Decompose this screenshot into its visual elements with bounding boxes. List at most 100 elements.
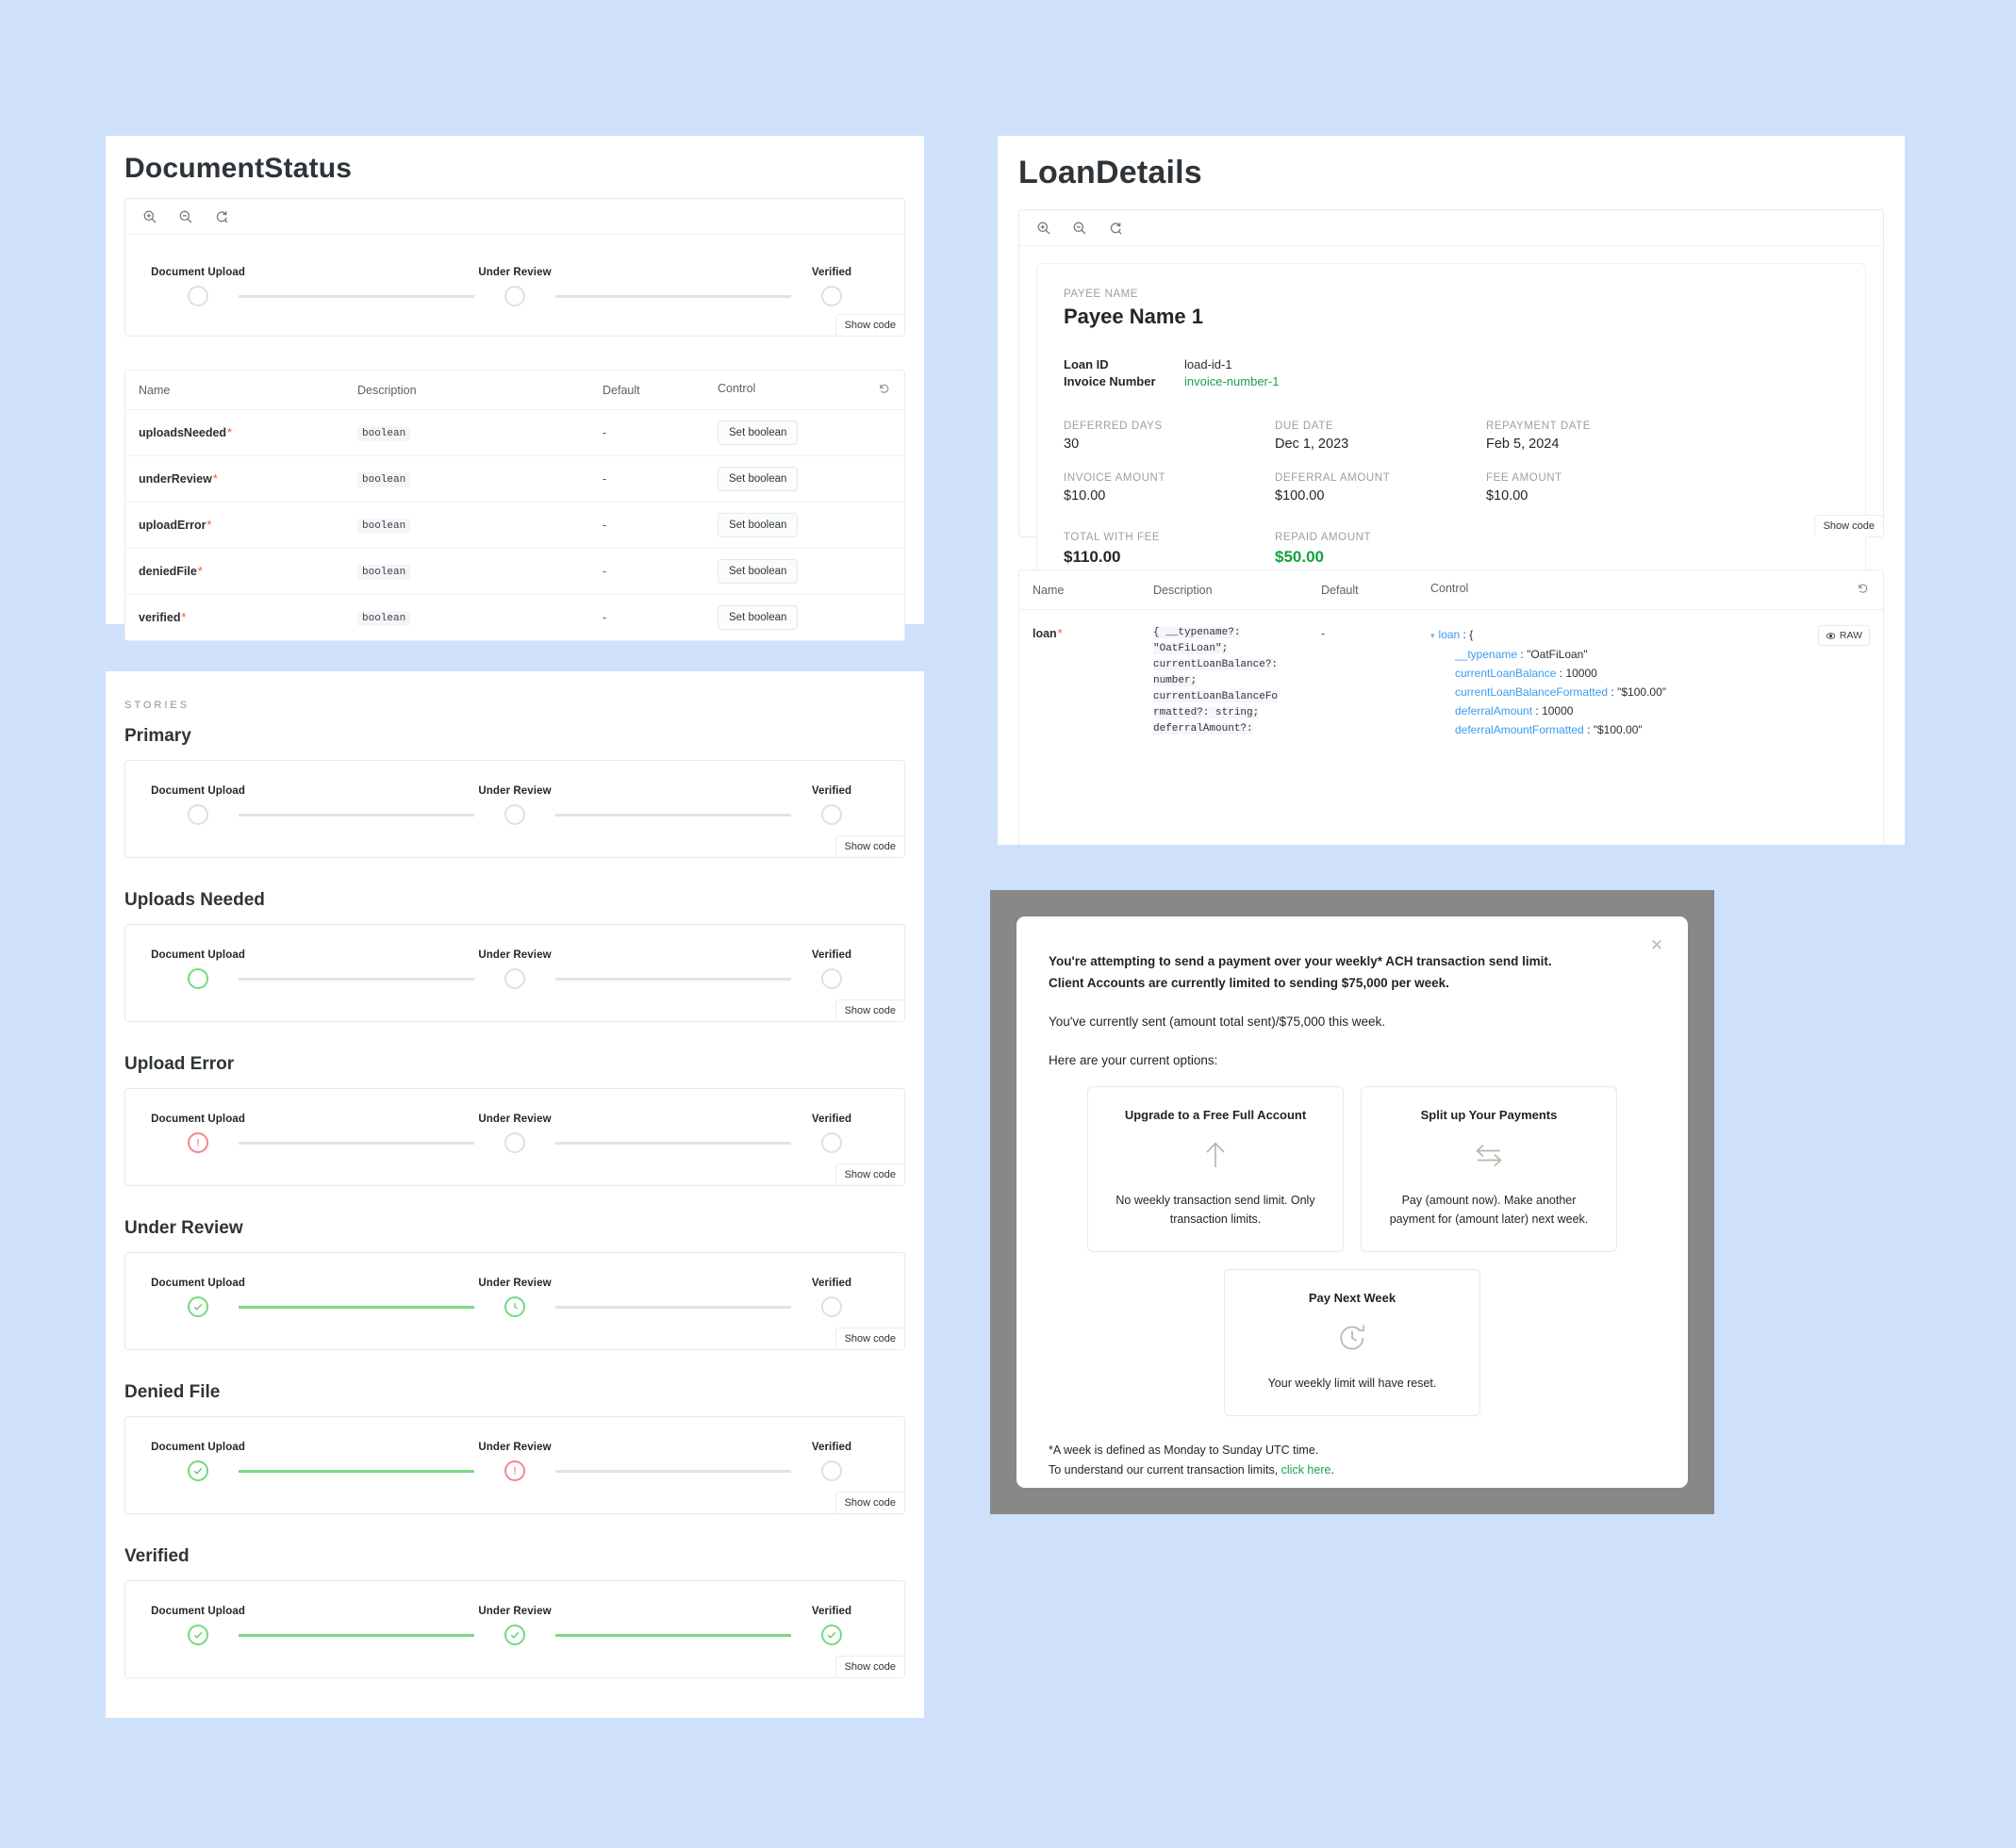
table-header-row: Name Description Default Control	[125, 371, 904, 410]
show-code-button[interactable]: Show code	[834, 1328, 904, 1349]
json-root-row[interactable]: ▾ loan : {	[1430, 625, 1870, 645]
zoom-in-icon[interactable]	[142, 209, 157, 224]
option-card-pay-next-week[interactable]: Pay Next Week Your weekly limit will hav…	[1224, 1269, 1480, 1416]
stepper-connector-0	[239, 1142, 474, 1145]
close-icon[interactable]: ✕	[1648, 937, 1665, 954]
metric-value: $110.00	[1064, 548, 1121, 566]
story-block-0: Primary Document Upload Under Review Verifi…	[124, 726, 905, 858]
show-code-button[interactable]: Show code	[834, 1656, 904, 1677]
json-entry-row[interactable]: currentLoanBalance : 10000	[1430, 664, 1870, 683]
stepper-step-2: Verified	[791, 1114, 872, 1153]
stepper-step-label: Under Review	[478, 1442, 552, 1453]
stepper-connector-1	[555, 814, 791, 817]
payee-name-value: Payee Name 1	[1064, 305, 1203, 328]
stepper-row: Document Upload Under Review Verified	[151, 1114, 872, 1153]
stepper-step-label: Verified	[811, 785, 852, 797]
reset-icon[interactable]	[878, 382, 891, 398]
stories-panel: STORIES Primary Document Upload Under Revi…	[106, 671, 924, 1718]
zoom-reset-icon[interactable]	[1108, 221, 1123, 236]
type-signature-line: "OatFiLoan";	[1153, 643, 1229, 654]
story-preview: Document Upload Under Review Verified Show …	[124, 924, 905, 1022]
reset-icon[interactable]	[1857, 582, 1870, 598]
cell-name: verified*	[125, 595, 344, 641]
set-boolean-button[interactable]: Set boolean	[718, 559, 799, 584]
metric-value: $100.00	[1275, 488, 1325, 503]
json-object-control[interactable]: ▾ loan : {__typename : "OatFiLoan" current…	[1430, 625, 1870, 739]
col-control: Control	[1417, 570, 1883, 610]
stories-eyebrow: STORIES	[124, 700, 190, 711]
metric-label: INVOICE AMOUNT	[1064, 472, 1166, 484]
story-heading: Primary	[124, 726, 191, 746]
stepper-step-label: Document Upload	[151, 1606, 245, 1617]
metric-value: $10.00	[1486, 488, 1529, 503]
zoom-in-icon[interactable]	[1036, 221, 1051, 236]
option-description: Your weekly limit will have reset.	[1267, 1377, 1437, 1390]
table-row: loan* { __typename?: "OatFiLoan"; currentL…	[1019, 610, 1883, 751]
cell-description: boolean	[344, 409, 589, 456]
raw-toggle-button[interactable]: RAW	[1817, 625, 1870, 646]
prop-name: uploadError	[139, 519, 207, 532]
invoice-number-value[interactable]: invoice-number-1	[1184, 374, 1279, 388]
show-code-button[interactable]: Show code	[834, 1163, 904, 1185]
show-code-button[interactable]: Show code	[834, 835, 904, 857]
json-entry-row[interactable]: deferralAmountFormatted : "$100.00"	[1430, 720, 1870, 739]
set-boolean-button[interactable]: Set boolean	[718, 513, 799, 537]
story-heading: Uploads Needed	[124, 890, 265, 910]
stepper-row: Document Upload Under Review Verified	[151, 785, 872, 825]
show-code-button[interactable]: Show code	[834, 1492, 904, 1513]
modal-headline-line-1: You're attempting to send a payment over…	[1049, 954, 1552, 968]
type-signature-line: rmatted?: string;	[1153, 707, 1260, 718]
story-heading: Under Review	[124, 1218, 243, 1238]
json-key: currentLoanBalance	[1455, 667, 1557, 680]
show-code-button[interactable]: Show code	[834, 314, 904, 336]
json-colon: :	[1517, 648, 1528, 661]
option-card-center-row: Pay Next Week Your weekly limit will hav…	[1049, 1269, 1656, 1416]
show-code-button-loan[interactable]: Show code	[1813, 515, 1883, 536]
col-control: Control	[704, 371, 904, 410]
page-title-loan: LoanDetails	[1018, 155, 1202, 190]
zoom-out-icon[interactable]	[178, 209, 193, 224]
cell-name: underReview*	[125, 455, 344, 503]
story-block-4: Denied File Document Upload Under Review Ve…	[124, 1382, 905, 1514]
type-signature: { __typename?: "OatFiLoan"; currentLoanBal…	[1153, 625, 1295, 737]
cell-default: -	[589, 548, 704, 595]
stepper-stage: Document Upload Under Review Verified	[125, 1581, 904, 1668]
cell-description: boolean	[344, 548, 589, 595]
stepper-step-label: Under Review	[478, 1606, 552, 1617]
weekly-limit-modal: ✕ You're attempting to send a payment ov…	[1016, 916, 1688, 1488]
stepper-row: Document Upload Under Review Verified	[151, 1278, 872, 1317]
zoom-toolbar-loan	[1019, 210, 1883, 246]
table-row: verified* boolean - Set boolean	[125, 595, 904, 641]
json-entry-row[interactable]: currentLoanBalanceFormatted : "$100.00"	[1430, 683, 1870, 701]
payee-name-label: PAYEE NAME	[1064, 289, 1139, 300]
set-boolean-button[interactable]: Set boolean	[718, 421, 799, 445]
transaction-limits-link[interactable]: click here	[1281, 1463, 1331, 1477]
set-boolean-button[interactable]: Set boolean	[718, 467, 799, 491]
loan-id-label: Loan ID	[1064, 357, 1109, 371]
stepper-step-2: Verified	[791, 267, 872, 306]
cell-name: uploadError*	[125, 502, 344, 549]
option-card-upgrade[interactable]: Upgrade to a Free Full Account No weekly…	[1087, 1086, 1344, 1252]
option-card-split[interactable]: Split up Your Payments Pay (amount now).…	[1361, 1086, 1617, 1252]
stepper-node-done	[188, 1460, 208, 1481]
zoom-out-icon[interactable]	[1072, 221, 1087, 236]
stepper-connector-1	[555, 1634, 791, 1637]
chevron-down-icon[interactable]: ▾	[1430, 631, 1435, 640]
cell-default: -	[589, 409, 704, 456]
stepper-row: Document Upload Under Review Verified	[151, 949, 872, 989]
json-entry-row[interactable]: __typename : "OatFiLoan"	[1430, 645, 1870, 664]
metric-due-date: DUE DATE Dec 1, 2023	[1275, 421, 1486, 452]
stepper-step-2: Verified	[791, 949, 872, 989]
stepper-step-0: Document Upload	[151, 949, 245, 989]
type-chip: boolean	[357, 471, 411, 487]
type-chip: boolean	[357, 610, 411, 626]
json-entry-row[interactable]: deferralAmount : 10000	[1430, 701, 1870, 720]
show-code-button[interactable]: Show code	[834, 999, 904, 1021]
stepper-step-1: Under Review	[474, 949, 555, 989]
type-signature-line: currentLoanBalanceFo	[1153, 691, 1279, 702]
set-boolean-button[interactable]: Set boolean	[718, 605, 799, 630]
zoom-reset-icon[interactable]	[214, 209, 229, 224]
story-preview: Document Upload Under Review Verified Show …	[124, 1416, 905, 1514]
metric-label: DUE DATE	[1275, 421, 1334, 432]
